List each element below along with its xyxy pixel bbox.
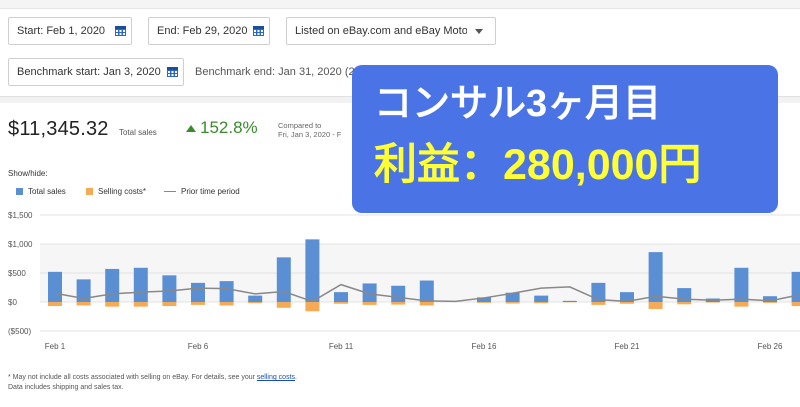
- bar-selling-costs: [677, 302, 692, 305]
- bar-selling-costs: [648, 302, 663, 309]
- bar-selling-costs: [133, 302, 148, 307]
- footnote-line-2: Data includes shipping and sales tax.: [8, 384, 124, 391]
- bar-selling-costs: [305, 302, 320, 312]
- legend-label: Total sales: [28, 187, 66, 196]
- listing-site-dropdown[interactable]: Listed on eBay.com and eBay Motors: [286, 17, 496, 45]
- bar-total-sales: [48, 271, 62, 302]
- consulting-banner: コンサル3ヶ月目 利益：280,000円: [352, 65, 778, 213]
- legend-swatch-sales: [16, 188, 23, 195]
- benchmark-end-text: Benchmark end: Jan 31, 2020 (29 d: [195, 66, 355, 78]
- bar-total-sales: [305, 239, 320, 302]
- bar-selling-costs: [362, 302, 377, 305]
- footnote: * May not include all costs associated w…: [8, 373, 297, 393]
- calendar-icon[interactable]: [109, 18, 131, 44]
- y-tick-label: $0: [8, 298, 17, 307]
- start-date-value: Start: Feb 1, 2020: [17, 25, 106, 37]
- legend-swatch-costs: [86, 188, 93, 195]
- bar-total-sales: [648, 252, 663, 302]
- benchmark-start-field[interactable]: Benchmark start: Jan 3, 2020: [8, 58, 184, 86]
- trend-up-icon: [186, 125, 196, 132]
- calendar-icon[interactable]: [161, 59, 183, 85]
- bar-selling-costs: [334, 302, 348, 304]
- bar-selling-costs: [705, 302, 720, 303]
- x-tick-label: Feb 26: [758, 342, 783, 351]
- bar-total-sales: [534, 295, 549, 302]
- legend-item-prior-period[interactable]: Prior time period: [164, 187, 240, 196]
- y-tick-label: $500: [8, 269, 26, 278]
- legend-line-prior: [164, 191, 176, 192]
- sales-chart: $1,500 $1,000 $500 $0 ($500) Feb 1 Feb 6 Feb 11…: [8, 211, 800, 351]
- top-strip: [0, 0, 800, 9]
- bar-selling-costs: [734, 302, 749, 307]
- compared-to-text: Compared to Fri, Jan 3, 2020 - F: [278, 121, 341, 139]
- start-date-field[interactable]: Start: Feb 1, 2020: [8, 17, 132, 45]
- y-tick-label: ($500): [8, 327, 31, 336]
- bar-selling-costs: [248, 302, 263, 304]
- banner-line-2: 利益：280,000円: [374, 141, 702, 189]
- bar-selling-costs: [276, 302, 291, 308]
- bar-selling-costs: [48, 302, 62, 307]
- bar-total-sales: [133, 267, 148, 302]
- bar-total-sales: [391, 285, 406, 302]
- bar-selling-costs: [105, 302, 120, 307]
- bar-selling-costs: [162, 302, 177, 307]
- x-tick-label: Feb 6: [188, 342, 209, 351]
- selling-costs-link[interactable]: selling costs: [257, 374, 295, 381]
- legend-label: Selling costs*: [98, 187, 147, 196]
- compared-line-1: Compared to: [278, 121, 322, 130]
- listing-site-value: Listed on eBay.com and eBay Motors: [295, 25, 467, 37]
- x-tick-label: Feb 21: [615, 342, 640, 351]
- total-sales-amount: $11,345.32: [8, 118, 109, 140]
- bar-selling-costs: [505, 302, 520, 304]
- banner-line-1: コンサル3ヶ月目: [374, 83, 662, 125]
- caret-down-icon: [475, 28, 483, 34]
- footnote-text: * May not include all costs associated w…: [8, 374, 257, 381]
- bar-total-sales: [734, 267, 749, 302]
- x-tick-label: Feb 1: [45, 342, 66, 351]
- bar-total-sales: [419, 280, 434, 302]
- legend-item-selling-costs[interactable]: Selling costs*: [86, 187, 146, 196]
- bar-total-sales: [219, 281, 234, 302]
- end-date-value: End: Feb 29, 2020: [157, 25, 247, 37]
- total-sales-label: Total sales: [119, 128, 157, 137]
- bar-selling-costs: [620, 302, 634, 304]
- legend-item-total-sales[interactable]: Total sales: [16, 187, 66, 196]
- y-tick-label: $1,500: [8, 211, 33, 220]
- compared-line-2: Fri, Jan 3, 2020 - F: [278, 130, 342, 139]
- bar-selling-costs: [591, 302, 606, 305]
- bar-selling-costs: [791, 302, 800, 307]
- bar-selling-costs: [763, 302, 777, 303]
- bar-selling-costs: [419, 302, 434, 306]
- bar-selling-costs: [477, 302, 491, 303]
- y-tick-label: $1,000: [8, 240, 33, 249]
- bar-total-sales: [276, 257, 291, 302]
- bar-selling-costs: [391, 302, 406, 305]
- legend-label: Prior time period: [181, 187, 240, 196]
- calendar-icon[interactable]: [247, 18, 269, 44]
- bar-total-sales: [562, 300, 577, 302]
- bar-total-sales: [334, 292, 348, 302]
- bar-total-sales: [248, 295, 263, 302]
- benchmark-start-value: Benchmark start: Jan 3, 2020: [17, 66, 161, 78]
- end-date-field[interactable]: End: Feb 29, 2020: [148, 17, 270, 45]
- show-hide-label: Show/hide:: [8, 169, 48, 178]
- bar-total-sales: [791, 271, 800, 302]
- bar-selling-costs: [219, 302, 234, 306]
- footnote-end: .: [295, 374, 297, 381]
- bar-selling-costs: [534, 302, 549, 304]
- bar-selling-costs: [76, 302, 91, 306]
- bar-selling-costs: [191, 302, 205, 305]
- bar-total-sales: [105, 268, 120, 302]
- bar-total-sales: [162, 275, 177, 302]
- change-percent: 152.8%: [200, 118, 258, 137]
- x-tick-label: Feb 16: [472, 342, 497, 351]
- bar-total-sales: [191, 282, 205, 302]
- x-tick-label: Feb 11: [329, 342, 354, 351]
